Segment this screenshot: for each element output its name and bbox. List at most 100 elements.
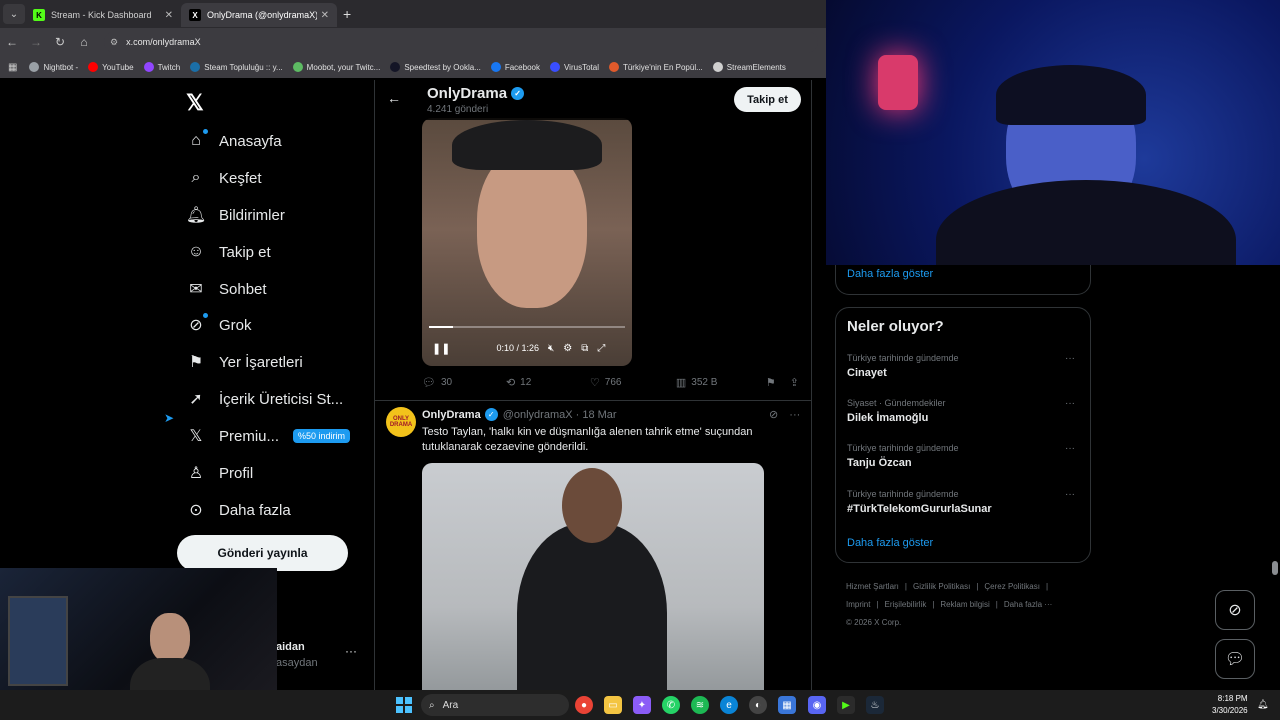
tweet-image[interactable] (422, 463, 764, 690)
trend-item[interactable]: Siyaset · Gündemdekiler Dilek İmamoğlu ·… (847, 398, 1083, 424)
show-more-link[interactable]: Daha fazla göster (847, 537, 933, 549)
sidebar-item-more[interactable]: ⊙ Daha fazla (186, 495, 290, 525)
close-icon[interactable]: ✕ (321, 10, 329, 21)
back-arrow-icon[interactable]: ← (387, 90, 401, 106)
tab-search-button[interactable]: ⌄ (3, 4, 25, 24)
post-button[interactable]: Gönderi yayınla (177, 535, 348, 571)
more-icon[interactable]: ··· (1065, 353, 1075, 364)
trend-item[interactable]: Türkiye tarihinde gündemde #TürkTelekomG… (847, 489, 1083, 515)
like-button[interactable]: ♡ 766 (590, 376, 676, 389)
tab-onlydrama[interactable]: X OnlyDrama (@onlydramaX) / X ✕ (181, 3, 337, 27)
scrollbar-thumb[interactable] (1272, 561, 1278, 575)
footer-link[interactable]: Imprint (846, 600, 870, 609)
site-info-icon[interactable]: ⚙ (110, 37, 118, 48)
footer-link[interactable]: © 2026 X Corp. (846, 618, 901, 627)
spotify-icon[interactable]: ≋ (691, 696, 709, 714)
bookmark-item[interactable]: Twitch (143, 62, 180, 72)
sidebar-item-messages[interactable]: ✉ Sohbet (186, 274, 266, 304)
account-name[interactable]: aidan (276, 641, 305, 653)
reply-button[interactable]: 💬︎ 30 (422, 376, 506, 389)
clock-date: 3/30/2026 (1212, 706, 1248, 715)
trend-item[interactable]: Türkiye tarihinde gündemde Tanju Özcan ·… (847, 443, 1083, 469)
bookmark-button[interactable]: ⚑ (766, 376, 790, 389)
sidebar-item-explore[interactable]: ⌕ Keşfet (186, 163, 262, 193)
system-clock[interactable]: 8:18 PM 3/30/2026 (1212, 693, 1248, 717)
mute-icon[interactable]: 🔇︎ (548, 343, 554, 354)
footer-link[interactable]: Reklam bilgisi (940, 600, 989, 609)
taskbar-search[interactable]: ⌕ Ara (421, 694, 569, 716)
sidebar-item-notifications[interactable]: 🔔︎ Bildirimler (186, 200, 285, 230)
show-more-link[interactable]: Daha fazla göster (847, 268, 933, 280)
footer-link[interactable]: Hizmet Şartları (846, 582, 899, 591)
file-explorer-icon[interactable]: ▭ (604, 696, 622, 714)
steam-icon[interactable]: ♨ (866, 696, 884, 714)
reload-icon[interactable]: ↻ (48, 35, 72, 49)
bookmark-item[interactable]: Steam Topluluğu :: y... (190, 62, 283, 72)
messages-fab-button[interactable]: 💬︎ (1215, 639, 1255, 679)
grok-icon[interactable]: ⊘ (769, 409, 778, 421)
bookmark-favicon-icon (390, 62, 401, 72)
x-logo-icon[interactable]: 𝕏 (186, 90, 204, 116)
chrome-icon[interactable]: ● (575, 696, 593, 714)
footer-link[interactable]: Çerez Politikası (984, 582, 1040, 591)
close-icon[interactable]: ✕ (165, 10, 173, 21)
pause-icon[interactable]: ❚❚ (432, 342, 450, 355)
search-placeholder: Ara (442, 699, 459, 711)
grok-fab-button[interactable]: ⊘ (1215, 590, 1255, 630)
edge-icon[interactable]: e (720, 696, 738, 714)
more-icon[interactable]: ··· (1065, 398, 1075, 409)
apps-grid-icon[interactable]: ▦ (8, 62, 17, 73)
fullscreen-icon[interactable]: ⤢ (597, 343, 605, 354)
video-progress-bar[interactable] (429, 326, 625, 328)
footer-link[interactable]: Erişilebilirlik (885, 600, 927, 609)
sidebar-item-premium[interactable]: 𝕏 Premiu... %50 indirim (186, 421, 351, 451)
address-bar[interactable]: ⚙ x.com/onlydramaX (104, 31, 818, 53)
bookmark-item[interactable]: VirusTotal (549, 62, 599, 72)
sidebar-item-profile[interactable]: ♙ Profil (186, 458, 253, 488)
copilot-icon[interactable]: ✦ (633, 696, 651, 714)
windows-start-icon[interactable] (396, 697, 412, 713)
more-icon[interactable]: ··· (1065, 489, 1075, 500)
discord-icon[interactable]: ◉ (808, 696, 826, 714)
follow-button[interactable]: Takip et (734, 87, 801, 112)
pip-icon[interactable]: ⧉ (581, 343, 588, 354)
bookmark-item[interactable]: StreamElements (712, 62, 786, 72)
footer-link[interactable]: Daha fazla ··· (1004, 600, 1052, 609)
footer-separator: | (976, 582, 979, 591)
forward-icon[interactable]: → (24, 35, 48, 49)
bookmark-item[interactable]: YouTube (88, 62, 134, 72)
notification-icon[interactable]: 🔔︎ (1257, 699, 1268, 710)
footer-link[interactable]: Gizlilik Politikası (913, 582, 970, 591)
trend-topic: Dilek İmamoğlu (847, 412, 929, 424)
home-icon[interactable]: ⌂ (72, 35, 96, 49)
sidebar-item-bookmarks[interactable]: ⚑ Yer İşaretleri (186, 347, 303, 377)
tweet-author[interactable]: OnlyDrama (422, 409, 481, 421)
bookmark-item[interactable]: Speedtest by Ookla... (390, 62, 481, 72)
sidebar-item-follow[interactable]: ☺ Takip et (186, 237, 271, 267)
whatsapp-icon[interactable]: ✆ (662, 696, 680, 714)
avatar[interactable]: ONLY DRAMA (386, 407, 416, 437)
sidebar-item-home[interactable]: ⌂ Anasayfa (186, 126, 282, 156)
account-more-icon[interactable]: ··· (345, 644, 357, 658)
obs-icon[interactable]: ◐ (749, 696, 767, 714)
bookmark-item[interactable]: Moobot, your Twitc... (292, 62, 380, 72)
bookmark-item[interactable]: Facebook (490, 62, 540, 72)
sidebar-item-creator-studio[interactable]: ➚ İçerik Üreticisi St... (186, 384, 343, 414)
back-icon[interactable]: ← (0, 35, 24, 49)
share-button[interactable]: ⇪ (790, 376, 804, 389)
sidebar-item-grok[interactable]: ⊘ Grok (186, 310, 252, 340)
bookmark-item[interactable]: Türkiye'nin En Popül... (608, 62, 703, 72)
views-button[interactable]: ▥ 352 B (676, 376, 766, 389)
kick-app-icon[interactable]: ▶ (837, 696, 855, 714)
new-tab-button[interactable]: + (343, 6, 351, 22)
repost-button[interactable]: ⟲ 12 (506, 376, 590, 389)
more-icon[interactable]: ··· (789, 409, 800, 421)
tweet-handle[interactable]: @onlydramaX · 18 Mar (503, 409, 617, 421)
more-icon[interactable]: ··· (1065, 443, 1075, 454)
settings-icon[interactable]: ⚙ (563, 343, 572, 354)
bookmark-item[interactable]: Nightbot - (29, 62, 78, 72)
video-player[interactable]: ❚❚ 0:10 / 1:26 🔇︎ ⚙ ⧉ ⤢ (422, 118, 632, 366)
tab-kick-dashboard[interactable]: K Stream - Kick Dashboard ✕ (25, 3, 181, 27)
store-icon[interactable]: ▦ (778, 696, 796, 714)
trend-item[interactable]: Türkiye tarihinde gündemde Cinayet ··· (847, 353, 1083, 379)
